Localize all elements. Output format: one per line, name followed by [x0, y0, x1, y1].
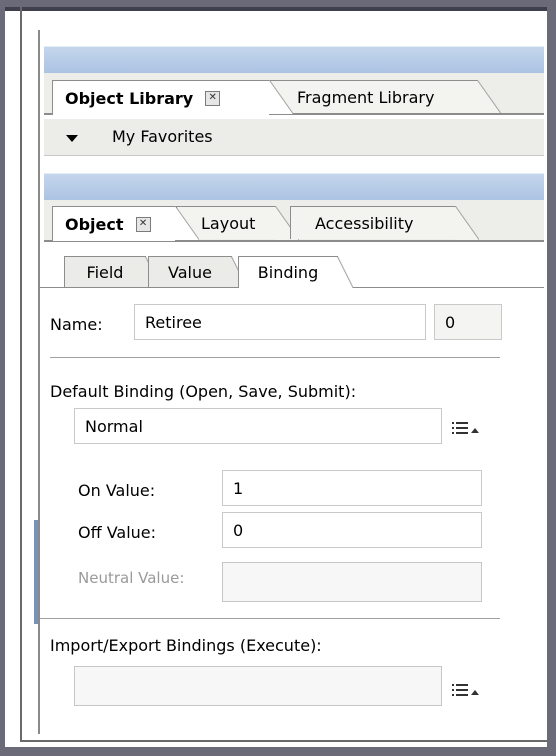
object-panel-titlebar[interactable]	[44, 173, 544, 201]
tab-object[interactable]: Object ✕	[52, 206, 199, 241]
tab-layout-label: Layout	[201, 213, 256, 233]
name-field-value: Retiree	[145, 312, 202, 332]
favorites-label: My Favorites	[112, 127, 213, 146]
name-field[interactable]: Retiree	[134, 304, 426, 340]
subtab-field[interactable]: Field	[64, 256, 161, 288]
tab-fragment-library-label: Fragment Library	[297, 87, 435, 107]
off-value-text: 0	[233, 520, 244, 540]
favorites-row[interactable]: My Favorites	[44, 119, 544, 156]
tab-object-library[interactable]: Object Library ✕	[52, 80, 293, 115]
on-value-field[interactable]: 1	[222, 470, 482, 506]
subtab-binding-label: Binding	[257, 263, 319, 282]
top-border	[5, 7, 547, 11]
name-index-field: 0	[434, 304, 502, 340]
import-export-select	[74, 666, 442, 706]
on-value-text: 1	[233, 478, 244, 498]
neutral-value-label: Neutral Value:	[78, 569, 185, 587]
default-binding-label: Default Binding (Open, Save, Submit):	[50, 382, 357, 401]
splitter-grip[interactable]	[34, 520, 38, 624]
list-menu-icon[interactable]	[452, 420, 480, 438]
close-icon[interactable]: ✕	[135, 216, 151, 232]
name-index-value: 0	[445, 312, 456, 332]
tab-fragment-library[interactable]: Fragment Library	[268, 80, 501, 114]
tab-accessibility-label: Accessibility	[315, 213, 414, 233]
panel-left-edge	[38, 30, 40, 734]
neutral-value-field	[222, 562, 482, 602]
name-label: Name:	[50, 315, 103, 334]
list-menu-icon[interactable]	[452, 682, 480, 700]
bottom-border	[20, 740, 547, 742]
close-icon[interactable]: ✕	[205, 90, 221, 106]
divider	[50, 357, 500, 358]
divider	[40, 618, 500, 619]
off-value-label: Off Value:	[78, 523, 157, 542]
library-panel-titlebar[interactable]	[44, 46, 544, 74]
tab-accessibility[interactable]: Accessibility	[290, 206, 479, 240]
tab-object-library-label: Object Library	[65, 88, 194, 108]
on-value-label: On Value:	[78, 481, 156, 500]
default-binding-value: Normal	[85, 416, 143, 436]
subtab-value-label: Value	[168, 263, 212, 282]
subtab-binding[interactable]: Binding	[238, 256, 353, 288]
subtab-field-label: Field	[86, 263, 124, 282]
import-export-label: Import/Export Bindings (Execute):	[50, 636, 322, 655]
left-border	[20, 7, 22, 740]
off-value-field[interactable]: 0	[222, 512, 482, 548]
triangle-down-icon[interactable]	[66, 135, 78, 142]
subtab-value[interactable]: Value	[148, 256, 247, 288]
default-binding-select[interactable]: Normal	[74, 408, 442, 444]
tab-object-label: Object	[65, 214, 124, 234]
